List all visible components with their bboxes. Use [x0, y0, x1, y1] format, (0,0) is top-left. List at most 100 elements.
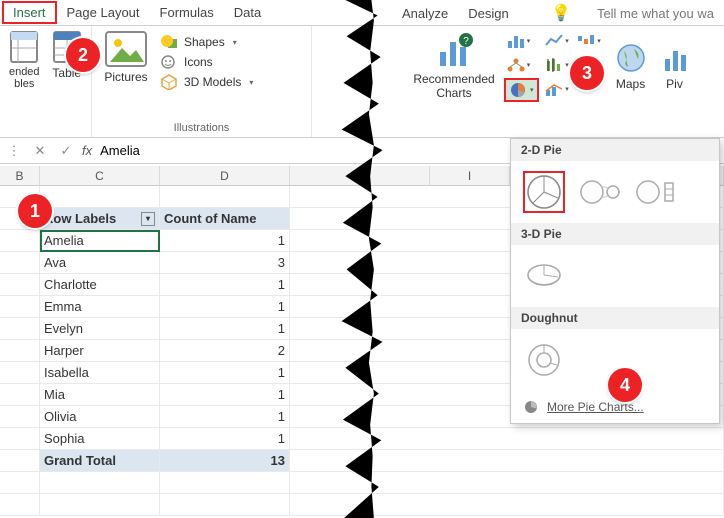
pivotchart-label: Piv: [666, 77, 683, 91]
recommended-pivot-button[interactable]: ended bles: [6, 30, 43, 90]
cancel-formula-button[interactable]: ✕: [30, 143, 50, 159]
pie-2d-section-label: 2-D Pie: [511, 139, 719, 161]
step-badge-4: 4: [608, 368, 642, 402]
maps-button[interactable]: Maps: [609, 41, 653, 91]
cell[interactable]: 2: [160, 340, 290, 362]
tables-group-label: [6, 133, 85, 135]
cell[interactable]: Charlotte: [40, 274, 160, 296]
formula-menu-dots[interactable]: ⋮: [4, 143, 24, 159]
pictures-icon: [104, 30, 148, 68]
tell-me-input[interactable]: Tell me what you wa: [587, 2, 724, 25]
pivotchart-button[interactable]: Piv: [659, 41, 691, 91]
tab-page-layout[interactable]: Page Layout: [57, 1, 150, 24]
recommended-charts-icon: ?: [434, 32, 474, 70]
pie-3d-option[interactable]: [523, 255, 565, 297]
pivot-grand-total-value: 13: [160, 450, 290, 472]
pie-chart-icon: [509, 81, 529, 99]
tab-analyze[interactable]: Analyze: [392, 2, 458, 25]
col-header-d[interactable]: D: [160, 166, 290, 186]
step-badge-1: 1: [18, 194, 52, 228]
cell[interactable]: 1: [160, 428, 290, 450]
row-labels-text: Row Labels: [44, 211, 116, 226]
pie-2d-icon: [525, 173, 563, 211]
tab-insert[interactable]: Insert: [2, 1, 57, 24]
doughnut-option[interactable]: [523, 339, 565, 381]
filter-dropdown-icon[interactable]: ▾: [141, 212, 155, 226]
step-badge-2: 2: [66, 38, 100, 72]
tab-data[interactable]: Data: [224, 1, 271, 24]
more-pie-icon: [523, 399, 539, 415]
doughnut-section-label: Doughnut: [511, 307, 719, 329]
cell[interactable]: Harper: [40, 340, 160, 362]
recommended-charts-button[interactable]: ? Recommended Charts: [410, 32, 498, 100]
pivotchart-icon: [661, 41, 689, 75]
shapes-icon: [160, 34, 178, 50]
combo-chart-button[interactable]: ▾: [543, 78, 571, 100]
pie-3d-icon: [524, 259, 564, 293]
col-header-i[interactable]: I: [430, 166, 510, 186]
cell[interactable]: Mia: [40, 384, 160, 406]
icons-button[interactable]: Icons: [160, 54, 253, 70]
column-chart-icon: [506, 33, 526, 49]
rec-pivot-label: ended bles: [9, 66, 40, 90]
combo-chart-icon: [544, 81, 564, 97]
svg-text:?: ?: [463, 36, 469, 47]
cube-icon: [160, 74, 178, 90]
icons-icon: [160, 54, 178, 70]
cell[interactable]: 1: [160, 296, 290, 318]
accept-formula-button[interactable]: ✓: [56, 143, 76, 159]
cell[interactable]: 1: [160, 318, 290, 340]
3d-models-label: 3D Models: [184, 75, 241, 89]
bar-of-pie-icon: [635, 173, 677, 211]
step-badge-3: 3: [570, 56, 604, 90]
pivot-grand-total-label: Grand Total: [40, 450, 160, 472]
pie-of-pie-icon: [579, 173, 621, 211]
waterfall-chart-button[interactable]: ▾: [575, 30, 603, 52]
pie-chart-button[interactable]: ▾: [504, 78, 539, 102]
pie-2d-option[interactable]: [523, 171, 565, 213]
hierarchy-chart-icon: [506, 57, 526, 73]
pivot-row-labels-header[interactable]: Row Labels ▾: [40, 208, 160, 230]
cell[interactable]: Ava: [40, 252, 160, 274]
cell[interactable]: Olivia: [40, 406, 160, 428]
shapes-button[interactable]: Shapes▾: [160, 34, 253, 50]
stat-chart-button[interactable]: ▾: [543, 54, 571, 76]
cell[interactable]: 1: [160, 384, 290, 406]
globe-icon: [614, 41, 648, 75]
pie-3d-section-label: 3-D Pie: [511, 223, 719, 245]
rec-charts-label: Recommended Charts: [413, 72, 494, 100]
line-chart-button[interactable]: ▾: [543, 30, 571, 52]
bar-of-pie-option[interactable]: [635, 171, 677, 213]
tab-design[interactable]: Design: [458, 2, 518, 25]
column-chart-button[interactable]: ▾: [504, 30, 532, 52]
shapes-label: Shapes: [184, 35, 225, 49]
cell[interactable]: 3: [160, 252, 290, 274]
pictures-button[interactable]: Pictures: [98, 30, 154, 84]
cell[interactable]: Emma: [40, 296, 160, 318]
lightbulb-icon: 💡: [541, 0, 581, 27]
fx-label[interactable]: fx: [82, 143, 92, 158]
cell[interactable]: Evelyn: [40, 318, 160, 340]
cell-value[interactable]: 1: [160, 230, 290, 252]
illustrations-group-label: Illustrations: [98, 121, 305, 135]
hierarchy-chart-button[interactable]: ▾: [504, 54, 532, 76]
cell[interactable]: 1: [160, 406, 290, 428]
col-header-b[interactable]: B: [0, 166, 40, 186]
pivot-count-header: Count of Name: [160, 208, 290, 230]
pictures-label: Pictures: [104, 70, 147, 84]
more-pie-text: More Pie Charts...: [547, 400, 644, 414]
icons-label: Icons: [184, 55, 213, 69]
cell[interactable]: 1: [160, 362, 290, 384]
line-chart-icon: [544, 33, 564, 49]
cell-selected[interactable]: Amelia: [40, 230, 160, 252]
waterfall-icon: [576, 33, 596, 49]
doughnut-icon: [525, 341, 563, 379]
tab-formulas[interactable]: Formulas: [150, 1, 224, 24]
cell[interactable]: Isabella: [40, 362, 160, 384]
3d-models-button[interactable]: 3D Models▾: [160, 74, 253, 90]
cell[interactable]: Sophia: [40, 428, 160, 450]
pie-of-pie-option[interactable]: [579, 171, 621, 213]
cell[interactable]: 1: [160, 274, 290, 296]
maps-label: Maps: [616, 77, 645, 91]
col-header-c[interactable]: C: [40, 166, 160, 186]
